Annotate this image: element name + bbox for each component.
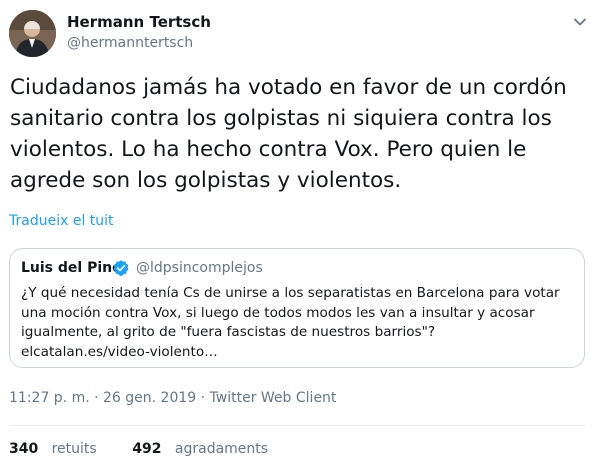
tweet-timestamp[interactable]: 11:27 p. m. · 26 gen. 2019 · Twitter Web… [9, 390, 336, 406]
chevron-down-icon[interactable] [573, 15, 587, 29]
author-handle[interactable]: @hermanntertsch [67, 35, 193, 51]
author-name[interactable]: Hermann Tertsch [67, 13, 211, 31]
likes-label: agradaments [174, 441, 269, 457]
likes-count: 492 [132, 441, 162, 457]
user-avatar-icon [9, 10, 56, 57]
quoted-tweet-text: ¿Y qué necesidad tenía Cs de unirse a lo… [21, 284, 581, 362]
retweets-label: retuits [51, 441, 97, 457]
tweet-text: Ciudadanos jamás ha votado en favor de u… [10, 75, 567, 193]
divider [9, 425, 585, 426]
quoted-link[interactable]: elcatalan.es/video-violento… [21, 344, 218, 360]
retweets-count: 340 [9, 441, 39, 457]
likes-stat[interactable]: 492 agradaments [132, 441, 268, 457]
retweets-stat[interactable]: 340 retuits [9, 441, 97, 457]
quoted-author-handle: @ldpsincomplejos [136, 260, 263, 276]
quoted-text-body: ¿Y qué necesidad tenía Cs de unirse a lo… [21, 285, 560, 340]
tweet-stats: 340 retuits 492 agradaments [9, 441, 268, 457]
verified-badge-icon [113, 260, 129, 276]
author-avatar[interactable] [9, 10, 56, 57]
quoted-tweet[interactable]: Luis del Pino @ldpsincomplejos ¿Y qué ne… [9, 248, 585, 368]
translate-tweet-link[interactable]: Tradueix el tuit [9, 213, 114, 229]
quoted-author-name: Luis del Pino [21, 260, 122, 276]
